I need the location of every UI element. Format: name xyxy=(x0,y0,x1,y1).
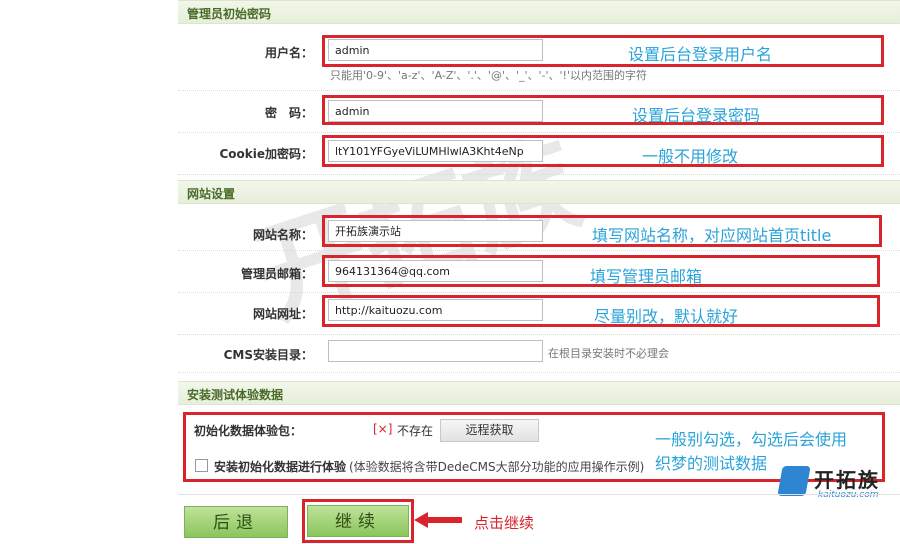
cookie-note: 一般不用修改 xyxy=(642,147,739,166)
password-label: 密 码： xyxy=(264,106,313,120)
section-site-title: 网站设置 xyxy=(187,187,236,201)
arrow-left-icon xyxy=(414,512,462,528)
continue-button[interactable]: 继续 xyxy=(307,505,409,537)
cookie-label: Cookie加密码： xyxy=(219,147,313,161)
status-mark: [×] xyxy=(373,422,393,436)
package-label: 初始化数据体验包： xyxy=(194,424,303,438)
testdata-note-line1: 一般别勾选，勾选后会使用 xyxy=(655,430,848,449)
password-highlight xyxy=(322,95,884,125)
username-highlight xyxy=(322,35,884,67)
cookie-highlight xyxy=(322,135,884,167)
email-note: 填写管理员邮箱 xyxy=(590,267,703,286)
bottom-divider xyxy=(178,494,900,495)
logo-text: 开拓族 xyxy=(814,468,880,492)
fetch-button[interactable]: 远程获取 xyxy=(440,419,539,442)
cmsdir-hint: 在根目录安装时不必理会 xyxy=(548,347,669,360)
testdata-checkbox[interactable] xyxy=(195,459,208,472)
back-button[interactable]: 后退 xyxy=(184,506,288,538)
status-text: 不存在 xyxy=(397,424,434,438)
section-admin-title: 管理员初始密码 xyxy=(187,7,272,21)
username-note: 设置后台登录用户名 xyxy=(628,45,773,64)
section-site-header: 网站设置 xyxy=(178,180,900,204)
testdata-note-line2: 织梦的测试数据 xyxy=(655,454,768,473)
siteurl-note: 尽量别改，默认就好 xyxy=(594,307,739,326)
checkbox-label-rest: (体验数据将含带DedeCMS大部分功能的应用操作示例) xyxy=(349,460,645,474)
sitename-note: 填写网站名称，对应网站首页title xyxy=(592,226,832,245)
logo-domain: kaituozu.com xyxy=(818,490,879,500)
siteurl-label: 网站网址： xyxy=(252,307,313,321)
click-continue-annotation: 点击继续 xyxy=(474,514,535,532)
username-label: 用户名： xyxy=(264,46,313,60)
password-note: 设置后台登录密码 xyxy=(632,106,761,125)
checkbox-label-bold: 安装初始化数据进行体验 xyxy=(214,460,347,474)
username-hint: 只能用'0-9'、'a-z'、'A-Z'、'.'、'@'、'_'、'-'、'!'… xyxy=(330,69,647,82)
logo-icon xyxy=(777,466,811,496)
section-test-title: 安装测试体验数据 xyxy=(187,388,284,402)
sitename-label: 网站名称： xyxy=(252,228,313,242)
cmsdir-label: CMS安装目录： xyxy=(223,348,313,362)
section-test-header: 安装测试体验数据 xyxy=(178,381,900,405)
cmsdir-input[interactable] xyxy=(328,340,543,362)
kaituozu-logo: 开拓族 kaituozu.com xyxy=(777,466,898,502)
section-admin-header: 管理员初始密码 xyxy=(178,0,900,24)
email-label: 管理员邮箱： xyxy=(240,267,313,281)
